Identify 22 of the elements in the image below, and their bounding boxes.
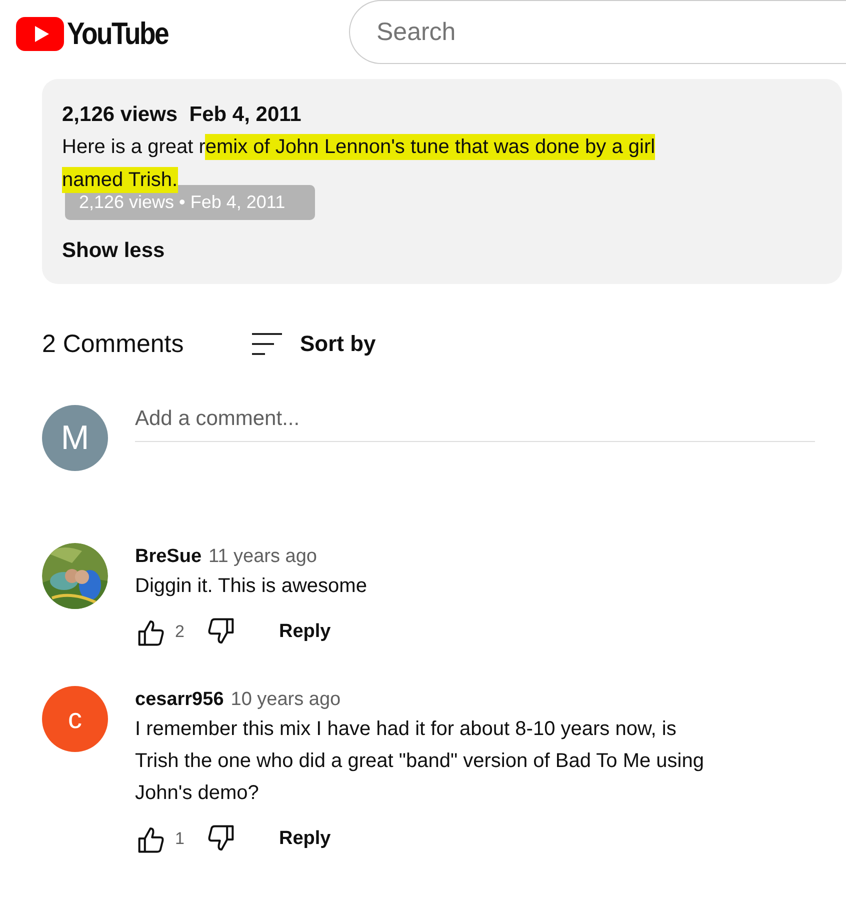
view-stats: 2,126 views Feb 4, 2011 xyxy=(62,102,302,128)
comment-author[interactable]: cesarr956 xyxy=(135,689,224,711)
comment-text: I remember this mix I have had it for about 8-10 years now, is Trish the one who did a great "band" version of Bad To Me using John's demo? xyxy=(135,717,705,806)
video-description: Here is a great remix of John Lennon's tune that was done by a girl named Trish. xyxy=(62,133,656,195)
comment-count: 2 Comments xyxy=(42,330,185,358)
comment-text: Diggin it. This is awesome xyxy=(135,574,368,599)
comment-time[interactable]: 10 years ago xyxy=(230,689,341,711)
logo-text[interactable]: YouTube xyxy=(67,16,168,52)
reply-button[interactable]: Reply xyxy=(279,621,331,643)
user-avatar: M xyxy=(42,405,108,471)
sort-button[interactable]: Sort by xyxy=(250,331,376,357)
like-count: 1 xyxy=(175,829,186,849)
comment-field[interactable]: Add a comment... xyxy=(135,405,815,442)
like-count: 2 xyxy=(175,622,186,642)
sort-icon xyxy=(250,332,283,356)
tooltip: 2,126 views • Feb 4, 2011 xyxy=(65,185,315,220)
reply-button[interactable]: Reply xyxy=(279,828,331,850)
comment-time[interactable]: 11 years ago xyxy=(208,546,317,568)
search-field[interactable]: Search xyxy=(348,0,846,64)
comment-author[interactable]: BreSue xyxy=(135,546,202,568)
show-less-link[interactable]: Show less xyxy=(62,239,165,263)
play-icon xyxy=(16,17,64,51)
